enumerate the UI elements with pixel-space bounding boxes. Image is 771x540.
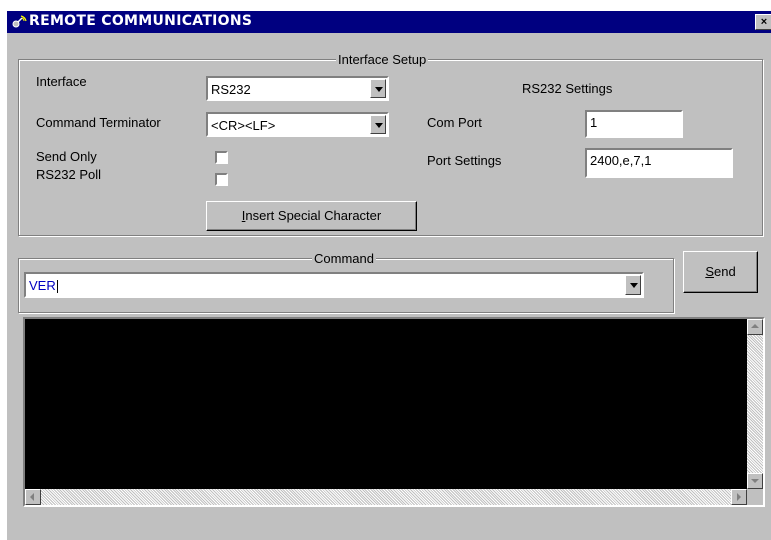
rs232-poll-label: RS232 Poll [36, 167, 102, 182]
com-port-value: 1 [590, 115, 598, 130]
satellite-icon [12, 15, 27, 28]
chevron-down-icon[interactable] [370, 115, 386, 134]
command-group-label: Command [312, 251, 376, 266]
com-port-label: Com Port [427, 115, 482, 130]
close-icon: × [760, 16, 768, 28]
close-button[interactable]: × [755, 14, 771, 30]
command-terminator-value: <CR><LF> [211, 118, 276, 133]
horizontal-scrollbar[interactable] [25, 489, 747, 505]
send-only-label: Send Only [36, 149, 97, 164]
scroll-corner [747, 489, 763, 505]
insert-button-label: nsert Special Character [245, 208, 382, 223]
rs232-poll-checkbox[interactable] [215, 173, 228, 186]
interface-setup-label: Interface Setup [336, 52, 429, 67]
send-only-checkbox[interactable] [215, 151, 228, 164]
vertical-scrollbar[interactable] [747, 319, 763, 489]
output-console[interactable] [23, 317, 765, 507]
interface-value: RS232 [211, 82, 251, 97]
command-input[interactable]: VER [24, 272, 644, 298]
interface-select[interactable]: RS232 [206, 76, 389, 101]
window-title: REMOTE COMMUNICATIONS [29, 13, 253, 29]
command-terminator-label: Command Terminator [36, 115, 161, 130]
port-settings-value: 2400,e,7,1 [590, 153, 652, 168]
command-terminator-select[interactable]: <CR><LF> [206, 112, 389, 137]
command-value: VER [29, 278, 58, 294]
scroll-down-icon[interactable] [747, 473, 763, 489]
title-bar[interactable]: REMOTE COMMUNICATIONS × [7, 11, 771, 33]
chevron-down-icon[interactable] [625, 275, 641, 295]
send-button[interactable]: Send [683, 251, 758, 293]
port-settings-label: Port Settings [427, 153, 502, 168]
text-caret [56, 280, 58, 294]
insert-special-character-button[interactable]: Insert Special Character [206, 201, 417, 231]
command-text: VER [29, 278, 56, 293]
scroll-up-icon[interactable] [747, 319, 763, 335]
send-button-label: end [713, 264, 736, 279]
send-accelerator: S [705, 264, 714, 279]
scroll-right-icon[interactable] [731, 489, 747, 505]
rs232-settings-title: RS232 Settings [522, 81, 613, 96]
interface-label: Interface [36, 74, 87, 89]
com-port-field[interactable]: 1 [585, 110, 683, 138]
chevron-down-icon[interactable] [370, 79, 386, 98]
scroll-left-icon[interactable] [25, 489, 41, 505]
remote-communications-window: REMOTE COMMUNICATIONS × Interface Setup … [7, 11, 771, 540]
port-settings-field[interactable]: 2400,e,7,1 [585, 148, 733, 178]
